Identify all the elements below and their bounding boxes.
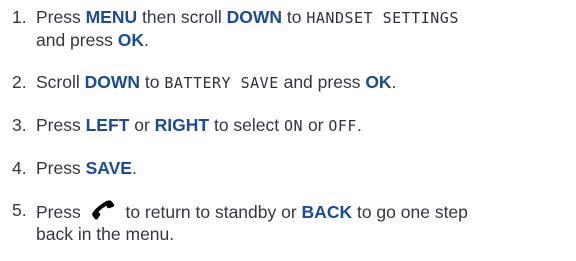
- key-ok: OK: [365, 72, 392, 92]
- step-text: to: [282, 7, 307, 27]
- step-text: then scroll: [137, 7, 227, 27]
- step-text: to return to standby or: [120, 202, 302, 222]
- step-2: 2. Scroll DOWN to BATTERY SAVE and press…: [12, 71, 572, 94]
- step-3: 3. Press LEFT or RIGHT to select ON or O…: [12, 114, 572, 137]
- step-text: .: [131, 158, 137, 178]
- step-text: Press: [36, 7, 86, 27]
- step-text: .: [143, 30, 149, 50]
- step-text: or: [303, 115, 329, 135]
- key-save: SAVE: [85, 158, 132, 178]
- step-1: 1. Press MENU then scroll DOWN to HANDSE…: [12, 6, 572, 51]
- end-call-icon: [89, 199, 119, 223]
- display-text-handset-settings: HANDSET SETTINGS: [306, 9, 459, 27]
- instruction-steps: 1. Press MENU then scroll DOWN to HANDSE…: [12, 6, 572, 245]
- key-left: LEFT: [85, 115, 130, 135]
- step-text: to select: [209, 115, 285, 135]
- step-text: Scroll: [36, 72, 85, 92]
- step-text: .: [391, 72, 397, 92]
- page: { "steps": [ { "num": "1.", "parts": { "…: [0, 0, 576, 261]
- step-number: 3.: [12, 115, 27, 135]
- key-down: DOWN: [226, 7, 283, 27]
- key-ok: OK: [117, 30, 144, 50]
- step-text: or: [129, 115, 155, 135]
- display-text-off: OFF: [328, 117, 357, 135]
- step-text: to: [140, 72, 165, 92]
- step-text: Press: [36, 202, 86, 222]
- display-text-on: ON: [284, 117, 304, 135]
- step-text: and press: [278, 72, 366, 92]
- display-text-battery-save: BATTERY SAVE: [164, 74, 279, 92]
- step-text: Press: [36, 115, 86, 135]
- step-text: Press: [36, 158, 86, 178]
- step-number: 2.: [12, 72, 27, 92]
- key-menu: MENU: [85, 7, 138, 27]
- key-down: DOWN: [84, 72, 141, 92]
- step-number: 4.: [12, 158, 27, 178]
- step-number: 5.: [12, 200, 27, 220]
- key-right: RIGHT: [154, 115, 210, 135]
- step-number: 1.: [12, 7, 27, 27]
- key-back: BACK: [301, 202, 353, 222]
- step-text: back in the menu.: [36, 224, 175, 244]
- step-4: 4. Press SAVE.: [12, 157, 572, 179]
- step-text: and press: [36, 30, 118, 50]
- step-5: 5. Press to return to standby or BACK to…: [12, 199, 572, 245]
- step-text: .: [356, 115, 362, 135]
- step-text: to go one step: [352, 202, 468, 222]
